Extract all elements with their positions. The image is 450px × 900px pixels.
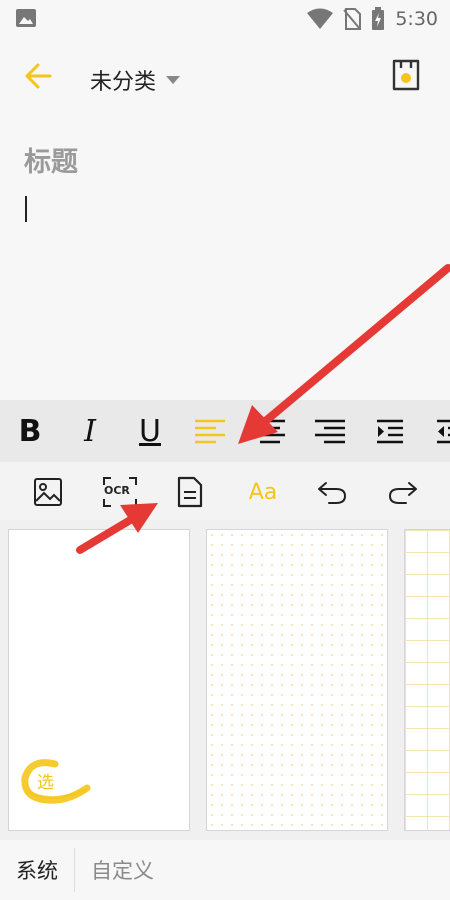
insert-image-button[interactable]	[30, 474, 66, 510]
title-input[interactable]: 标题	[24, 140, 78, 179]
font-label: Aa	[248, 479, 278, 505]
tab-system[interactable]: 系统	[0, 855, 74, 885]
chevron-down-icon	[166, 76, 181, 84]
save-button[interactable]	[390, 58, 426, 98]
template-grid[interactable]	[404, 529, 450, 831]
wifi-icon	[307, 8, 334, 29]
insert-toolbar: OCR Aa	[0, 462, 450, 520]
font-style-button[interactable]: Aa	[243, 474, 283, 510]
undo-button[interactable]	[314, 474, 350, 510]
image-notification-icon	[16, 9, 36, 27]
category-label: 未分类	[90, 70, 157, 95]
ocr-label: OCR	[104, 484, 130, 497]
app-bar: 未分类	[0, 38, 450, 118]
template-blank[interactable]: 选	[8, 529, 190, 831]
italic-label: I	[84, 414, 96, 449]
align-right-button[interactable]	[310, 412, 350, 452]
align-center-button[interactable]	[250, 412, 290, 452]
image-icon	[34, 478, 62, 506]
indent-button[interactable]	[370, 412, 410, 452]
undo-icon	[318, 482, 346, 504]
bold-label: B	[18, 414, 42, 449]
logo-char: 选	[37, 773, 54, 793]
align-center-icon	[255, 419, 285, 444]
status-time: 5:30	[395, 8, 438, 30]
align-right-icon	[315, 419, 345, 444]
template-dotted[interactable]	[206, 529, 388, 831]
template-picker: 选	[0, 520, 450, 840]
status-bar: 5:30	[0, 0, 450, 38]
document-icon	[177, 476, 203, 508]
template-tabs: 系统 自定义	[0, 840, 450, 900]
italic-button[interactable]: I	[70, 412, 110, 452]
underline-button[interactable]: U	[130, 412, 170, 452]
underline-label: U	[139, 414, 161, 449]
back-button[interactable]	[20, 58, 56, 94]
outdent-button[interactable]	[430, 412, 450, 452]
note-editor[interactable]: 标题	[0, 118, 450, 400]
align-left-button[interactable]	[190, 412, 230, 452]
category-dropdown[interactable]: 未分类	[90, 64, 181, 96]
battery-charging-icon	[372, 7, 385, 30]
indent-icon	[377, 419, 403, 444]
redo-icon	[389, 482, 417, 504]
ocr-button[interactable]: OCR	[100, 474, 140, 510]
no-sim-icon	[343, 8, 362, 30]
outdent-icon	[437, 419, 450, 444]
text-cursor	[25, 196, 27, 222]
brand-logo: 选	[21, 754, 93, 810]
save-icon	[392, 59, 420, 91]
bold-button[interactable]: B	[10, 412, 50, 452]
arrow-left-icon	[25, 63, 52, 89]
template-button[interactable]	[172, 474, 208, 510]
tab-custom[interactable]: 自定义	[75, 855, 170, 885]
align-left-icon	[195, 419, 225, 444]
redo-button[interactable]	[385, 474, 421, 510]
format-toolbar: B I U	[0, 400, 450, 462]
